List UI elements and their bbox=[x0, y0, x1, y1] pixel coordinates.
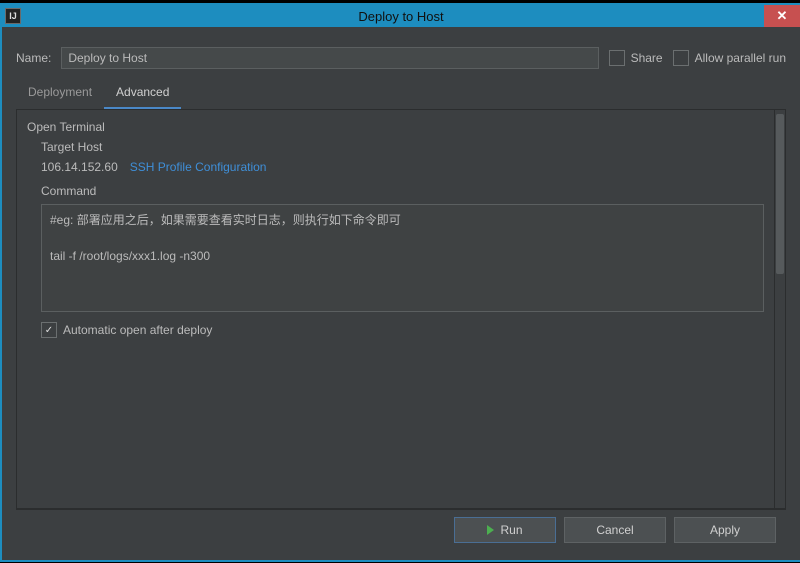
cancel-button[interactable]: Cancel bbox=[564, 517, 666, 543]
tab-deployment[interactable]: Deployment bbox=[16, 79, 104, 109]
apply-button-label: Apply bbox=[710, 523, 740, 537]
name-row: Name: Share Allow parallel run bbox=[16, 47, 786, 69]
close-button[interactable]: ✕ bbox=[764, 5, 800, 27]
target-host-ip: 106.14.152.60 bbox=[41, 160, 118, 174]
scrollbar-thumb[interactable] bbox=[776, 114, 784, 274]
target-host-label: Target Host bbox=[41, 140, 764, 154]
share-label: Share bbox=[631, 51, 663, 65]
share-checkbox[interactable] bbox=[609, 50, 625, 66]
parallel-checkbox[interactable] bbox=[673, 50, 689, 66]
close-icon: ✕ bbox=[777, 8, 788, 24]
dialog-window: IJ Deploy to Host ✕ Name: Share Allow pa… bbox=[0, 3, 800, 562]
cancel-button-label: Cancel bbox=[596, 523, 633, 537]
play-icon bbox=[487, 525, 494, 535]
share-checkbox-wrap[interactable]: Share bbox=[609, 50, 663, 66]
tab-advanced[interactable]: Advanced bbox=[104, 79, 181, 109]
advanced-pane: Open Terminal Target Host 106.14.152.60 … bbox=[17, 110, 774, 508]
apply-button[interactable]: Apply bbox=[674, 517, 776, 543]
open-terminal-heading: Open Terminal bbox=[27, 120, 764, 134]
button-bar: Run Cancel Apply bbox=[16, 509, 786, 550]
auto-open-label: Automatic open after deploy bbox=[63, 323, 212, 337]
auto-open-checkbox-wrap[interactable]: ✓ Automatic open after deploy bbox=[41, 322, 764, 338]
auto-open-checkbox[interactable]: ✓ bbox=[41, 322, 57, 338]
target-host-row: 106.14.152.60 SSH Profile Configuration bbox=[41, 160, 764, 174]
run-button-label: Run bbox=[500, 523, 522, 537]
parallel-label: Allow parallel run bbox=[695, 51, 786, 65]
name-label: Name: bbox=[16, 51, 51, 65]
titlebar[interactable]: IJ Deploy to Host ✕ bbox=[2, 5, 800, 27]
command-textarea[interactable]: #eg: 部署应用之后，如果需要查看实时日志，则执行如下命令即可 tail -f… bbox=[41, 204, 764, 312]
name-input[interactable] bbox=[61, 47, 598, 69]
vertical-scrollbar[interactable] bbox=[774, 110, 785, 508]
parallel-checkbox-wrap[interactable]: Allow parallel run bbox=[673, 50, 786, 66]
app-icon: IJ bbox=[5, 8, 21, 24]
ssh-profile-link[interactable]: SSH Profile Configuration bbox=[130, 160, 267, 174]
command-label: Command bbox=[41, 184, 764, 198]
tabs-row: Deployment Advanced bbox=[16, 79, 786, 110]
tab-content: Open Terminal Target Host 106.14.152.60 … bbox=[16, 110, 786, 509]
dialog-body: Name: Share Allow parallel run Deploymen… bbox=[2, 27, 800, 560]
run-button[interactable]: Run bbox=[454, 517, 556, 543]
window-title: Deploy to Host bbox=[2, 9, 800, 24]
